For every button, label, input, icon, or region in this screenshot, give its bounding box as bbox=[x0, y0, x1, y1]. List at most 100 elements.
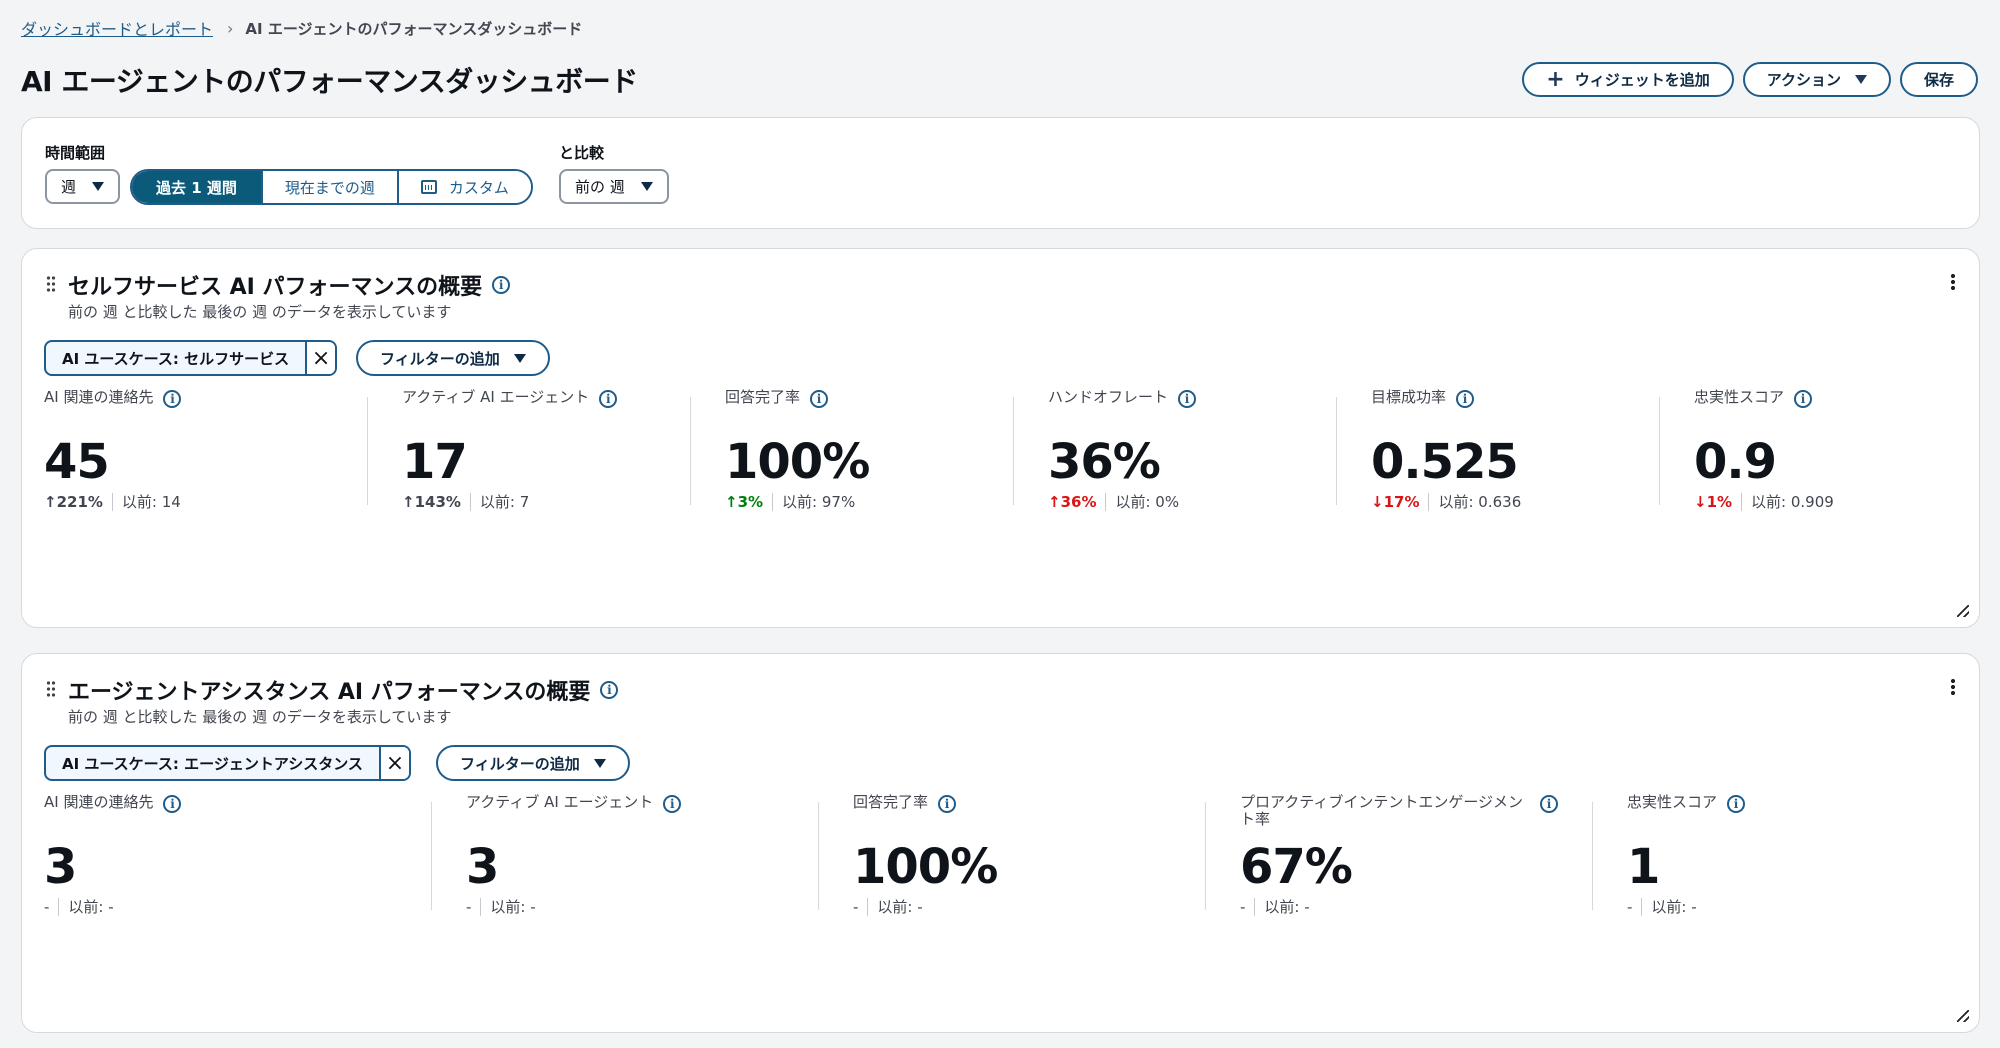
add-widget-label: ウィジェットを追加 bbox=[1574, 71, 1710, 89]
compare-label: と比較 bbox=[559, 144, 605, 162]
metric-delta-value: 36% bbox=[1060, 492, 1097, 511]
metric-active-agents: アクティブ AI エージェント i 17 ↑143% 以前: 7 bbox=[367, 389, 690, 511]
divider bbox=[111, 492, 113, 511]
add-widget-button[interactable]: + ウィジェットを追加 bbox=[1522, 62, 1734, 97]
info-icon[interactable]: i bbox=[1794, 390, 1813, 408]
metric-ai-contacts: AI 関連の連絡先 i 45 ↑221% 以前: 14 bbox=[44, 389, 367, 511]
metric-faithfulness: 忠実性スコア i 0.9 ↓1% 以前: 0.909 bbox=[1659, 389, 1959, 511]
metric-footer: - 以前: - bbox=[1627, 896, 1697, 917]
header-actions: + ウィジェットを追加 アクション 保存 bbox=[1522, 62, 1978, 97]
metric-previous: 以前: - bbox=[490, 898, 536, 916]
divider bbox=[690, 397, 691, 505]
widget-agent-assistance: エージェントアシスタンス AI パフォーマンスの概要 i 前の 週 と比較した … bbox=[21, 653, 1980, 1033]
divider bbox=[1105, 492, 1107, 511]
segment-last-week[interactable]: 過去 1 週間 bbox=[132, 171, 261, 203]
widget-subtitle: 前の 週 と比較した 最後の 週 のデータを表示しています bbox=[68, 708, 452, 726]
divider bbox=[1336, 397, 1337, 505]
calendar-icon bbox=[420, 180, 437, 194]
metric-value: 1 bbox=[1627, 839, 1660, 895]
breadcrumb: ダッシュボードとレポート › AI エージェントのパフォーマンスダッシュボード bbox=[21, 16, 582, 40]
compare-select[interactable]: 前の 週 bbox=[559, 169, 669, 204]
metric-label: アクティブ AI エージェント i bbox=[402, 389, 690, 408]
save-button[interactable]: 保存 bbox=[1899, 62, 1978, 97]
metric-footer: ↑3% 以前: 97% bbox=[725, 491, 855, 512]
resize-handle-icon[interactable] bbox=[1957, 1010, 1969, 1022]
metric-footer: ↑221% 以前: 14 bbox=[44, 491, 181, 512]
add-filter-label: フィルターの追加 bbox=[460, 754, 580, 773]
info-icon[interactable]: i bbox=[1727, 795, 1746, 813]
info-icon[interactable]: i bbox=[1178, 390, 1197, 408]
drag-handle-icon[interactable] bbox=[46, 680, 56, 698]
metric-label-text: 回答完了率 bbox=[725, 388, 801, 406]
segment-label: カスタム bbox=[448, 178, 509, 197]
metric-footer: - 以前: - bbox=[44, 896, 114, 917]
info-icon[interactable]: i bbox=[938, 795, 957, 813]
divider bbox=[1741, 492, 1743, 511]
metric-label-text: プロアクティブインテントエンゲージメント率 bbox=[1240, 793, 1524, 828]
close-icon[interactable]: × bbox=[305, 342, 336, 374]
metric-answer-completion: 回答完了率 i 100% - 以前: - bbox=[818, 794, 1205, 916]
metric-label-text: ハンドオフレート bbox=[1048, 388, 1169, 406]
info-icon[interactable]: i bbox=[163, 795, 182, 813]
add-filter-button[interactable]: フィルターの追加 bbox=[436, 745, 630, 781]
more-options-icon[interactable] bbox=[1951, 678, 1955, 696]
drag-handle-icon[interactable] bbox=[46, 275, 56, 293]
metric-faithfulness: 忠実性スコア i 1 - 以前: - bbox=[1592, 794, 1952, 916]
more-options-icon[interactable] bbox=[1951, 273, 1955, 291]
metric-delta: - bbox=[44, 897, 50, 916]
info-icon[interactable]: i bbox=[1456, 390, 1475, 408]
actions-dropdown-button[interactable]: アクション bbox=[1742, 62, 1891, 97]
segment-custom[interactable]: カスタム bbox=[396, 171, 531, 203]
metric-previous: 以前: 0.909 bbox=[1751, 493, 1834, 511]
plus-icon: + bbox=[1546, 66, 1565, 92]
breadcrumb-link-dashboards[interactable]: ダッシュボードとレポート bbox=[21, 16, 213, 40]
info-icon[interactable]: i bbox=[663, 795, 682, 813]
save-label: 保存 bbox=[1923, 71, 1954, 89]
metric-previous: 以前: - bbox=[877, 898, 923, 916]
metric-label: 回答完了率 i bbox=[853, 794, 1205, 813]
info-icon[interactable]: i bbox=[1540, 795, 1558, 813]
granularity-select[interactable]: 週 bbox=[45, 169, 121, 204]
info-icon[interactable]: i bbox=[599, 390, 618, 408]
metric-delta: ↓1% bbox=[1694, 492, 1733, 511]
divider bbox=[1641, 897, 1643, 916]
metric-value: 36% bbox=[1048, 434, 1161, 490]
segment-week-to-date[interactable]: 現在までの週 bbox=[260, 171, 397, 203]
divider bbox=[818, 802, 819, 910]
metric-value: 45 bbox=[44, 434, 110, 490]
widget-self-service: セルフサービス AI パフォーマンスの概要 i 前の 週 と比較した 最後の 週… bbox=[21, 248, 1980, 628]
close-icon[interactable]: × bbox=[378, 747, 409, 779]
info-icon[interactable]: i bbox=[163, 390, 182, 408]
metric-previous: 以前: 14 bbox=[121, 493, 181, 511]
metric-label-text: 忠実性スコア bbox=[1694, 388, 1785, 406]
breadcrumb-current: AI エージェントのパフォーマンスダッシュボード bbox=[245, 19, 583, 38]
caret-down-icon bbox=[593, 758, 606, 768]
divider bbox=[1254, 897, 1256, 916]
info-icon[interactable]: i bbox=[810, 390, 829, 408]
metric-value: 3 bbox=[44, 839, 77, 895]
info-icon[interactable]: i bbox=[600, 681, 619, 699]
actions-label: アクション bbox=[1766, 71, 1841, 89]
caret-down-icon bbox=[92, 182, 105, 191]
add-filter-button[interactable]: フィルターの追加 bbox=[356, 340, 550, 376]
metric-proactive-intent: プロアクティブインテントエンゲージメント率 i 67% - 以前: - bbox=[1205, 793, 1592, 916]
widget-title-text: エージェントアシスタンス AI パフォーマンスの概要 bbox=[68, 680, 591, 705]
metric-delta: ↑221% bbox=[44, 492, 103, 511]
metric-delta-value: 143% bbox=[414, 492, 461, 511]
metric-previous: 以前: 0% bbox=[1115, 493, 1180, 511]
metric-label: 回答完了率 i bbox=[725, 389, 1013, 408]
metric-label: AI 関連の連絡先 i bbox=[44, 794, 431, 813]
filter-token-label: AI ユースケース: セルフサービス bbox=[62, 349, 290, 368]
metric-answer-completion: 回答完了率 i 100% ↑3% 以前: 97% bbox=[690, 389, 1013, 511]
metric-label-text: AI 関連の連絡先 bbox=[44, 793, 154, 811]
metric-label: 忠実性スコア i bbox=[1694, 389, 1959, 408]
resize-handle-icon[interactable] bbox=[1957, 605, 1969, 617]
metric-label-text: アクティブ AI エージェント bbox=[466, 793, 654, 811]
metric-footer: - 以前: - bbox=[1240, 896, 1310, 917]
metric-label-text: アクティブ AI エージェント bbox=[402, 388, 590, 406]
filter-token: AI ユースケース: エージェントアシスタンス × bbox=[44, 745, 411, 781]
metric-delta: - bbox=[466, 897, 472, 916]
metric-value: 17 bbox=[402, 434, 468, 490]
info-icon[interactable]: i bbox=[492, 276, 511, 294]
filter-token-label: AI ユースケース: エージェントアシスタンス bbox=[62, 754, 363, 773]
